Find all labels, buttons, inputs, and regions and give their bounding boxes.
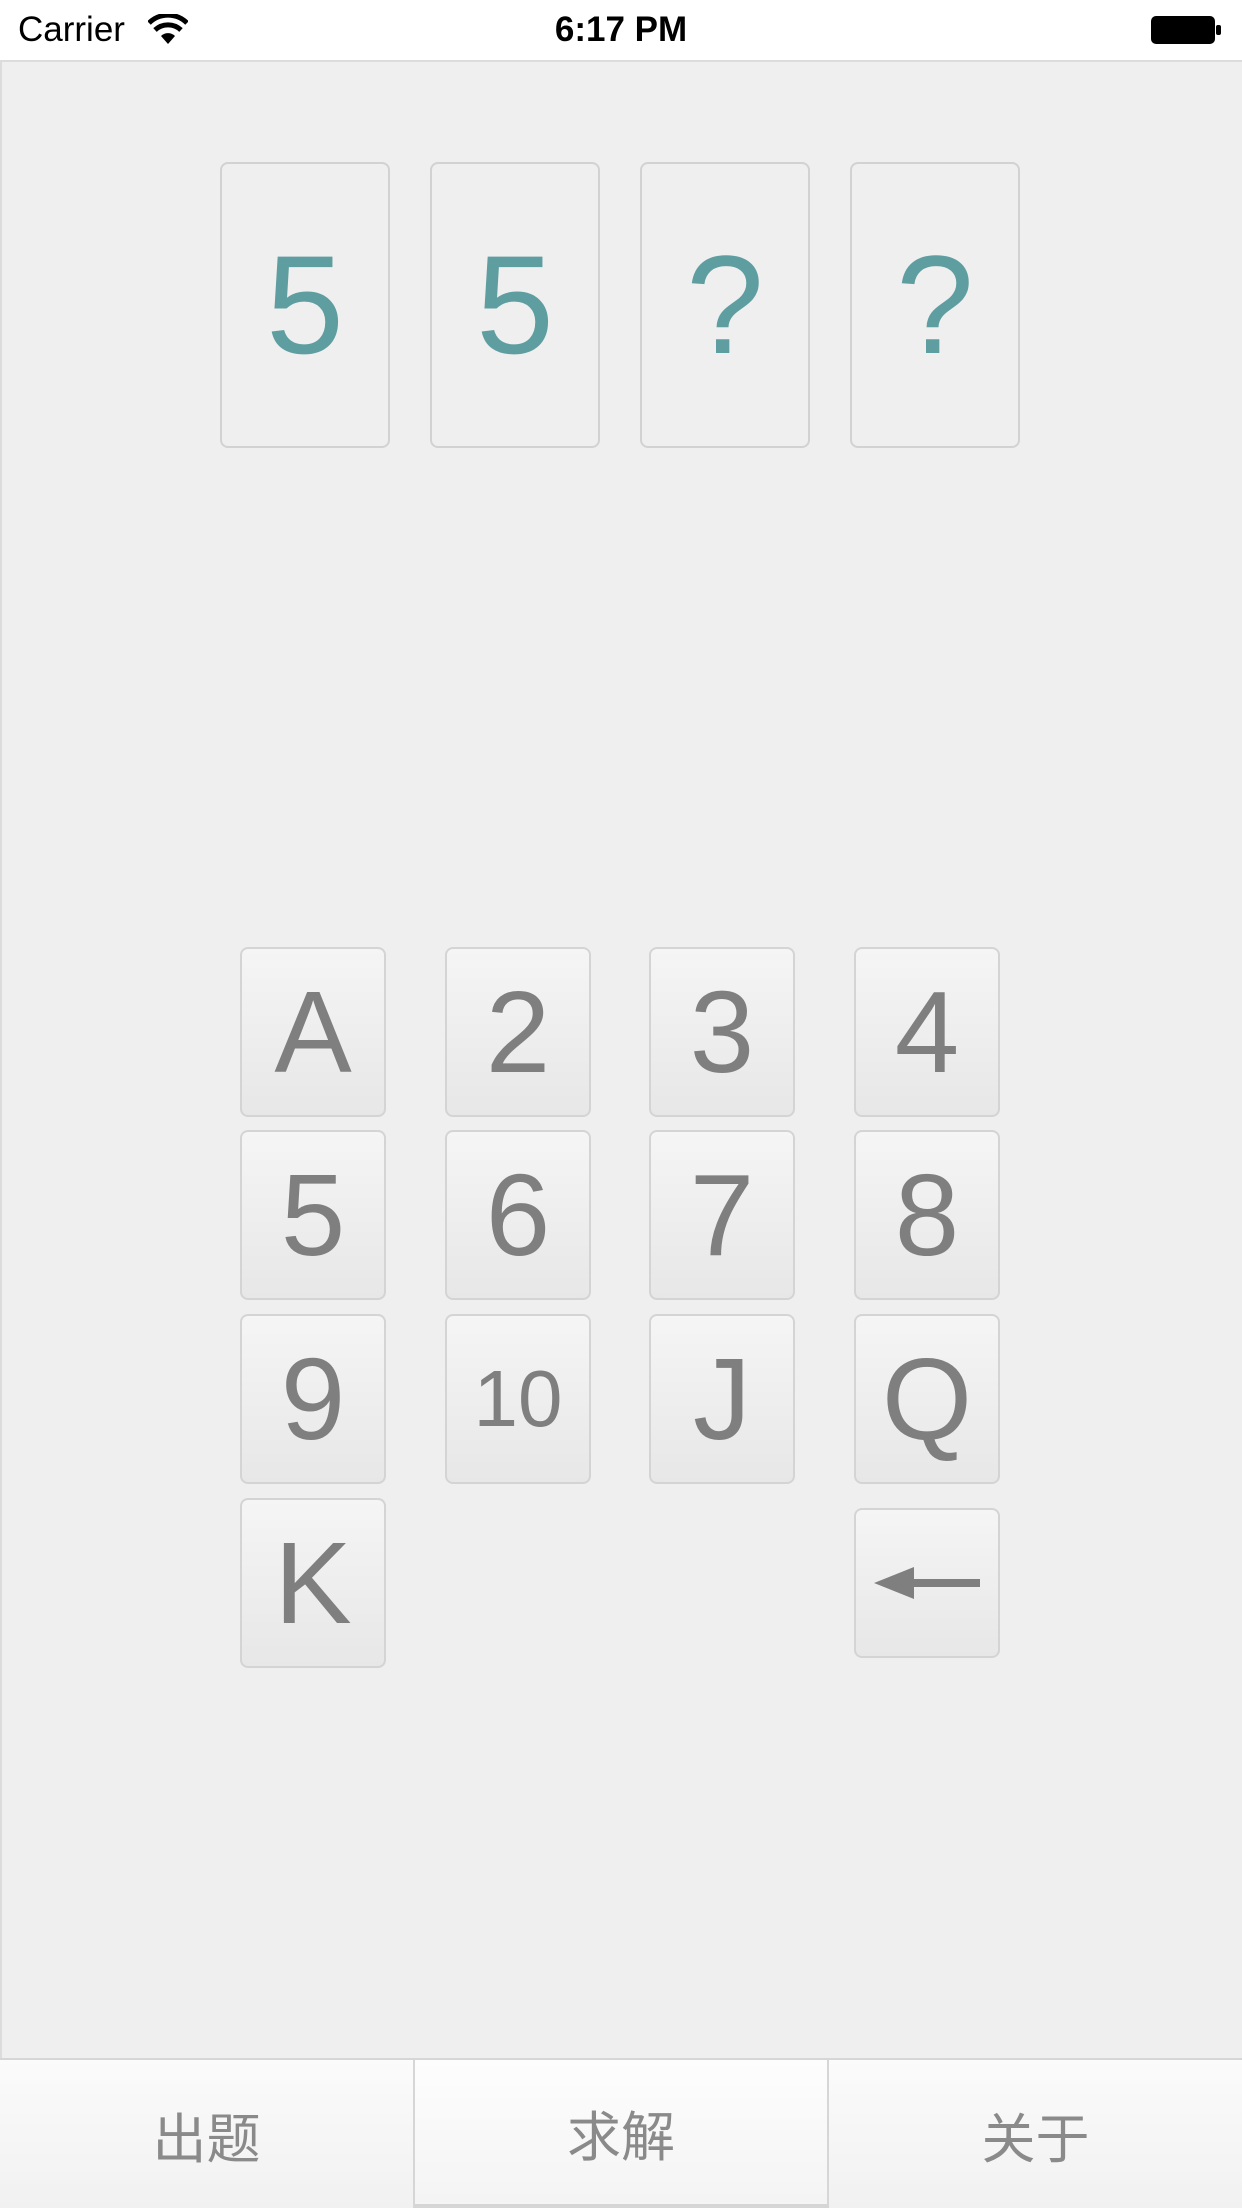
key-a[interactable]: A bbox=[240, 947, 386, 1117]
battery-icon bbox=[1150, 14, 1222, 46]
key-3[interactable]: 3 bbox=[649, 947, 795, 1117]
key-6[interactable]: 6 bbox=[445, 1130, 591, 1300]
tab-bar: 出题 求解 关于 bbox=[0, 2058, 1242, 2208]
key-10[interactable]: 10 bbox=[445, 1314, 591, 1484]
key-9[interactable]: 9 bbox=[240, 1314, 386, 1484]
tab-solve[interactable]: 求解 bbox=[413, 2060, 827, 2208]
key-2[interactable]: 2 bbox=[445, 947, 591, 1117]
key-k[interactable]: K bbox=[240, 1498, 386, 1668]
card-slot-1[interactable]: 5 bbox=[220, 162, 390, 448]
backspace-button[interactable] bbox=[854, 1508, 1000, 1658]
left-arrow-icon bbox=[874, 1567, 980, 1599]
tab-puzzle[interactable]: 出题 bbox=[0, 2060, 413, 2208]
key-8[interactable]: 8 bbox=[854, 1130, 1000, 1300]
card-slot-3[interactable]: ? bbox=[640, 162, 810, 448]
key-4[interactable]: 4 bbox=[854, 947, 1000, 1117]
app-screen: Carrier 6:17 PM 5 5 ? ? A 2 3 4 5 6 7 8 bbox=[0, 0, 1242, 2208]
key-5[interactable]: 5 bbox=[240, 1130, 386, 1300]
main-content: 5 5 ? ? A 2 3 4 5 6 7 8 9 10 J Q K bbox=[0, 60, 1242, 2060]
tab-about[interactable]: 关于 bbox=[827, 2060, 1242, 2208]
status-time: 6:17 PM bbox=[554, 10, 688, 49]
card-slot-2[interactable]: 5 bbox=[430, 162, 600, 448]
status-bar: Carrier 6:17 PM bbox=[0, 0, 1242, 60]
key-j[interactable]: J bbox=[649, 1314, 795, 1484]
key-q[interactable]: Q bbox=[854, 1314, 1000, 1484]
key-7[interactable]: 7 bbox=[649, 1130, 795, 1300]
card-slot-4[interactable]: ? bbox=[850, 162, 1020, 448]
